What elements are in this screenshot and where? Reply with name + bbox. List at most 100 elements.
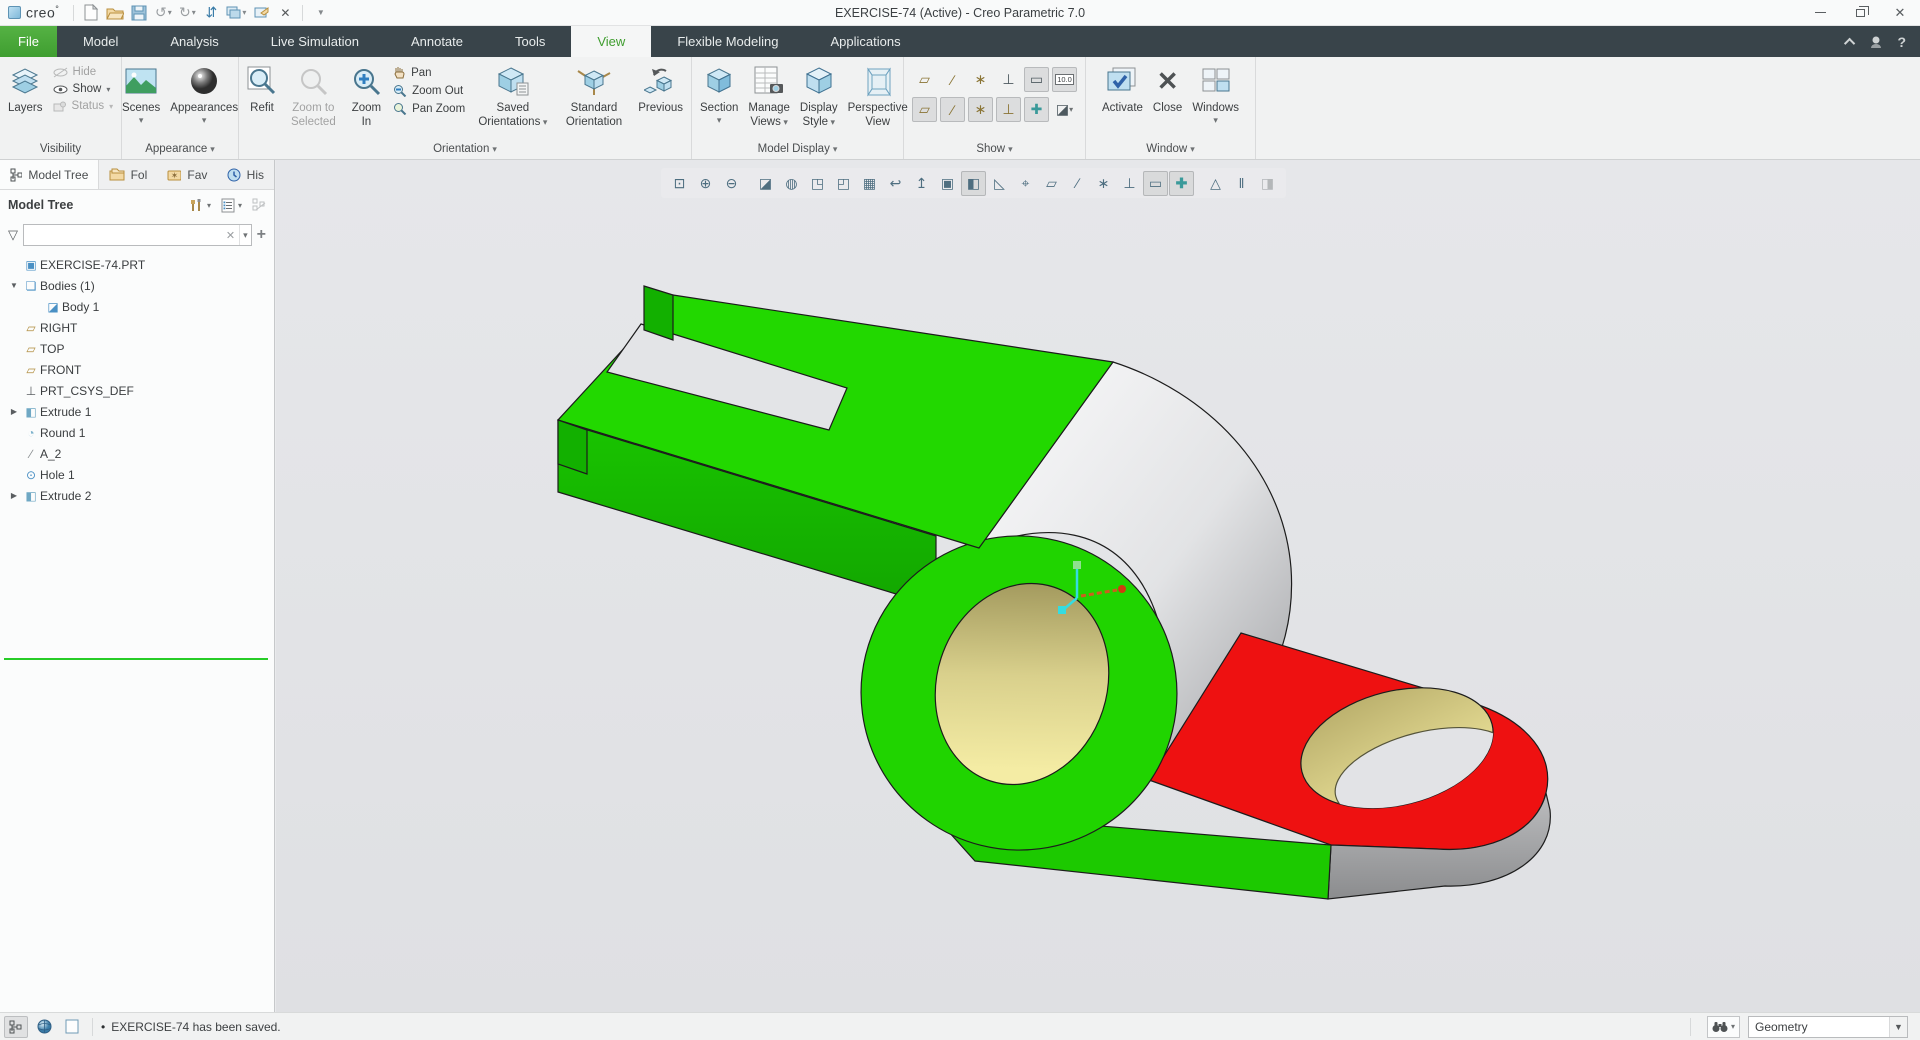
saved-orientations-button[interactable]: Saved Orientations: [472, 61, 554, 132]
scenes-button[interactable]: Scenes: [118, 61, 164, 129]
tree-item-csys[interactable]: ⊥ PRT_CSYS_DEF: [0, 380, 274, 401]
display-style-button[interactable]: Display Style: [796, 61, 842, 132]
plane-tag-toggle[interactable]: ▱: [912, 97, 937, 122]
appearances-button[interactable]: Appearances: [166, 61, 242, 129]
restore-button[interactable]: [1840, 0, 1880, 26]
tree-item-body-1[interactable]: ◪ Body 1: [0, 296, 274, 317]
zoom-in-graphics-button[interactable]: ⊕: [693, 171, 718, 196]
point-display-toggle[interactable]: ∗: [968, 67, 993, 92]
tree-item-right-plane[interactable]: ▱ RIGHT: [0, 317, 274, 338]
section-display-toggle[interactable]: ◪ ▾: [1052, 97, 1077, 122]
tree-item-round-1[interactable]: ◔ Round 1: [0, 422, 274, 443]
command-search-button[interactable]: [1869, 35, 1883, 49]
help-button[interactable]: ?: [1897, 34, 1906, 50]
repaint-button[interactable]: ◪: [753, 171, 778, 196]
search-dropdown-icon[interactable]: ▾: [239, 225, 251, 245]
minimize-button[interactable]: [1800, 0, 1840, 26]
navigator-toggle-button[interactable]: [4, 1015, 28, 1038]
plane-display-graphics-button[interactable]: ▱: [1039, 171, 1064, 196]
axis-display-graphics-button[interactable]: ∕: [1065, 171, 1090, 196]
selection-filter-dropdown-icon[interactable]: ▼: [1889, 1016, 1907, 1037]
tree-tools-button[interactable]: ▾: [189, 198, 211, 213]
spin-center-graphics-button[interactable]: ✚: [1169, 170, 1194, 196]
tab-applications[interactable]: Applications: [804, 26, 926, 57]
insert-here-indicator[interactable]: [4, 658, 268, 660]
3d-model-exercise-74[interactable]: [276, 160, 1920, 1012]
tab-file[interactable]: File: [0, 26, 57, 57]
section-button[interactable]: Section: [696, 61, 742, 129]
perspective-view-button[interactable]: Perspective View: [844, 61, 912, 132]
pan-zoom-button[interactable]: Pan Zoom: [389, 101, 470, 116]
collapse-expander[interactable]: ▼: [6, 281, 22, 290]
previous-button[interactable]: Previous: [634, 61, 687, 117]
axis-tag-toggle[interactable]: ∕: [940, 97, 965, 122]
window-switch-button[interactable]: ▾: [224, 2, 248, 24]
tab-live-simulation[interactable]: Live Simulation: [245, 26, 385, 57]
reorient-button[interactable]: ◰: [831, 171, 856, 196]
tab-tools[interactable]: Tools: [489, 26, 571, 57]
collapse-ribbon-button[interactable]: [1844, 37, 1856, 49]
tab-analysis[interactable]: Analysis: [144, 26, 244, 57]
csys-display-graphics-button[interactable]: ⊥: [1117, 171, 1142, 196]
redo-button[interactable]: ↻ ▾: [176, 2, 198, 24]
pan-button[interactable]: Pan: [389, 65, 470, 80]
undo-button[interactable]: ↺ ▾: [152, 2, 174, 24]
tree-item-extrude-1[interactable]: ▶ ◧ Extrude 1: [0, 401, 274, 422]
datum-display-filters-button[interactable]: ◺: [987, 171, 1012, 196]
customize-quick-access-button[interactable]: ▼: [309, 2, 331, 24]
csys-display-toggle[interactable]: ⊥: [996, 67, 1021, 92]
zoom-out-button[interactable]: Zoom Out: [389, 83, 470, 98]
selection-filter-select[interactable]: Geometry ▼: [1748, 1015, 1908, 1038]
new-object-button[interactable]: [60, 1016, 84, 1038]
show-button[interactable]: Show ▾: [49, 82, 118, 96]
tree-item-bodies[interactable]: ▼ ❏ Bodies (1): [0, 275, 274, 296]
send-to-button[interactable]: [250, 2, 272, 24]
activate-button[interactable]: Activate: [1098, 61, 1147, 117]
close-window-ribbon-button[interactable]: ✕ Close: [1149, 61, 1186, 117]
tree-item-a2-axis[interactable]: ∕ A_2: [0, 443, 274, 464]
zoom-out-graphics-button[interactable]: ⊖: [719, 171, 744, 196]
tree-item-front-plane[interactable]: ▱ FRONT: [0, 359, 274, 380]
tree-item-extrude-2[interactable]: ▶ ◧ Extrude 2: [0, 485, 274, 506]
point-tag-toggle[interactable]: ∗: [968, 97, 993, 122]
plane-display-toggle[interactable]: ▱: [912, 67, 937, 92]
expand-expander[interactable]: ▶: [6, 491, 22, 500]
windows-button[interactable]: Windows: [1188, 61, 1243, 129]
tree-item-top-plane[interactable]: ▱ TOP: [0, 338, 274, 359]
search-tool-button[interactable]: ▾: [1706, 1015, 1740, 1038]
close-button[interactable]: ✕: [1880, 0, 1920, 26]
saved-orientations-graphics-button[interactable]: ◳: [805, 171, 830, 196]
shading-quality-button[interactable]: ◍: [779, 171, 804, 196]
axis-display-toggle[interactable]: ∕: [940, 67, 965, 92]
refit-button[interactable]: Refit: [243, 61, 281, 117]
graphics-viewport[interactable]: ⊡ ⊕ ⊖ ◪ ◍ ◳ ◰ ▦ ↩ ↥ ▣ ◧ ◺ ⌖ ▱ ∕ ∗ ⊥ ▭ ✚ …: [276, 160, 1920, 1012]
tab-model[interactable]: Model: [57, 26, 144, 57]
navigator-tab-history[interactable]: His: [217, 160, 274, 189]
tree-display-button[interactable]: [252, 198, 266, 212]
save-button[interactable]: [128, 2, 150, 24]
point-display-graphics-button[interactable]: ∗: [1091, 171, 1116, 196]
upper-prong-tip-face[interactable]: [643, 285, 674, 341]
navigator-tab-favorites[interactable]: ✶ Fav: [157, 160, 217, 189]
pause-button[interactable]: ‖: [1229, 171, 1254, 196]
named-views-button[interactable]: ↥: [909, 171, 934, 196]
new-file-button[interactable]: [80, 2, 102, 24]
geometry-checks-button[interactable]: △: [1203, 171, 1228, 196]
close-window-button[interactable]: ✕: [274, 2, 296, 24]
zoom-in-button[interactable]: Zoom In: [346, 61, 387, 132]
navigator-tab-model-tree[interactable]: Model Tree: [0, 160, 100, 189]
refit-graphics-button[interactable]: ⊡: [667, 171, 692, 196]
lower-prong-tip-face[interactable]: [557, 419, 588, 475]
tab-flexible-modeling[interactable]: Flexible Modeling: [651, 26, 804, 57]
tab-annotate[interactable]: Annotate: [385, 26, 489, 57]
spin-center-toggle[interactable]: ✚: [1024, 97, 1049, 122]
display-style-graphics-button[interactable]: ▣: [935, 171, 960, 196]
tree-search-input[interactable]: [24, 225, 222, 245]
annotation-display-toggle[interactable]: ▭: [1024, 67, 1049, 92]
tab-view[interactable]: View: [571, 26, 652, 57]
open-file-button[interactable]: [104, 2, 126, 24]
layers-button[interactable]: Layers: [4, 61, 47, 117]
navigator-tab-folder-browser[interactable]: Fol: [99, 160, 157, 189]
tree-settings-button[interactable]: ▾: [221, 198, 242, 213]
clear-search-icon[interactable]: ✕: [222, 229, 239, 242]
